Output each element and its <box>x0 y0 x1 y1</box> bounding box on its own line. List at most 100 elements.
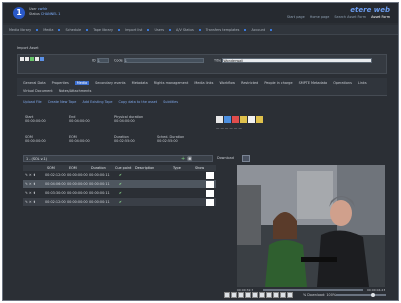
app-window: 1 User cwfdr Status CHANNEL 1 etere web … <box>2 2 399 301</box>
download-label: Download <box>217 156 234 160</box>
tab-smpte[interactable]: SMPTE Metadata <box>299 81 327 85</box>
icons-separator: — — — — — — <box>216 126 242 130</box>
user-label: User <box>29 7 37 11</box>
camera-icon[interactable] <box>248 116 255 123</box>
show-swatch[interactable] <box>206 181 214 188</box>
tape-icon[interactable] <box>256 116 263 123</box>
chevron-down-icon <box>147 29 150 31</box>
edit-icon[interactable]: ✎ ✕ ⬆ <box>25 180 36 189</box>
tab-media-links[interactable]: Media links <box>194 81 213 85</box>
first-frame-icon[interactable] <box>224 292 230 298</box>
menu-transfers[interactable]: Transfers templates <box>206 28 247 32</box>
menu-import-list[interactable]: Import list <box>125 28 150 32</box>
tab-media[interactable]: Media <box>74 81 90 85</box>
tab-operations[interactable]: Operations <box>333 81 352 85</box>
tab-secondary-events[interactable]: Secondary events <box>95 81 125 85</box>
duration-value: 00:02:55:00 <box>114 139 135 143</box>
forward-icon[interactable] <box>259 292 265 298</box>
menu-media[interactable]: Media <box>43 28 61 32</box>
id-input[interactable]: 1 <box>96 58 109 63</box>
subtitles-link[interactable]: Subtitles <box>163 100 178 104</box>
code-label: Code <box>114 58 123 63</box>
play-icon[interactable] <box>232 116 239 123</box>
tab-links[interactable]: Links <box>358 81 367 85</box>
copy-data-link[interactable]: Copy data to the asset <box>119 100 158 104</box>
print-icon[interactable] <box>35 57 39 61</box>
download-percent: % Download: 100% <box>303 293 337 297</box>
chevron-down-icon <box>244 29 247 31</box>
download-button[interactable] <box>242 155 250 162</box>
tab-rights[interactable]: Rights management <box>154 81 189 85</box>
menu-av-status[interactable]: A/V Status <box>176 28 201 32</box>
table-row[interactable]: ✎ ✕ ⬆ 00:03:30:00 00:00:00:00 00:00:00:1… <box>23 189 216 198</box>
upload-file-link[interactable]: Upload File <box>23 100 42 104</box>
eom-field: EOM 00:04:00:00 <box>69 135 90 143</box>
table-row[interactable]: ✎ ✕ ⬆ 00:02:12:00 00:00:00:00 00:00:00:1… <box>23 198 216 207</box>
timeline-track[interactable] <box>263 289 363 291</box>
title-input[interactable]: Wonderwall <box>222 58 373 63</box>
start-value[interactable]: 00:00:00:00 <box>25 119 46 123</box>
chevron-down-icon <box>58 29 61 31</box>
refresh-icon[interactable] <box>30 57 34 61</box>
user-value[interactable]: cwfdr <box>38 7 47 11</box>
print-segments-icon[interactable]: ▣ <box>187 156 192 162</box>
edit-icon[interactable]: ✎ ✕ ⬆ <box>25 171 36 180</box>
rewind-icon[interactable] <box>238 292 244 298</box>
last-frame-icon[interactable] <box>273 292 279 298</box>
create-tape-link[interactable]: Create New Tape <box>48 100 77 104</box>
menu-tape-library[interactable]: Tape library <box>93 28 120 32</box>
link-search-asset[interactable]: Search Asset Form <box>334 15 366 19</box>
table-row[interactable]: ✎ ✕ ⬆ 00:04:06:00 00:00:00:00 00:00:00:1… <box>23 180 216 189</box>
add-segment-icon[interactable]: + <box>181 156 185 162</box>
tab-properties[interactable]: Properties <box>52 81 69 85</box>
folder-icon[interactable] <box>224 116 231 123</box>
tab-metadata[interactable]: Metadata <box>132 81 148 85</box>
pause-icon[interactable] <box>252 292 258 298</box>
som-value[interactable]: 00:00:00:00 <box>25 139 46 143</box>
eom-value[interactable]: 00:04:00:00 <box>69 139 90 143</box>
menu-users[interactable]: Users <box>154 28 171 32</box>
save-icon[interactable] <box>20 57 24 61</box>
asset-header: ID 1 Code 1 Title Wonderwall <box>17 54 387 74</box>
link-start-page[interactable]: Start page <box>287 15 305 19</box>
menu-schedule[interactable]: Schedule <box>66 28 89 32</box>
show-swatch[interactable] <box>206 172 214 179</box>
mark-in-icon[interactable] <box>280 292 286 298</box>
tab-people[interactable]: People in charge <box>264 81 292 85</box>
tab-restricted[interactable]: Restricted <box>241 81 258 85</box>
menu-media-library[interactable]: Media library <box>9 28 39 32</box>
tab-workflow[interactable]: Workflow <box>219 81 235 85</box>
link-asset-form[interactable]: Asset Form <box>371 15 390 19</box>
video-frame <box>237 165 385 287</box>
menu-account[interactable]: Account <box>251 28 273 32</box>
chevron-down-icon <box>198 29 201 31</box>
duration-field: Duration 00:02:55:00 <box>114 135 135 143</box>
link-home-page[interactable]: Home page <box>310 15 330 19</box>
video-player[interactable] <box>237 165 385 287</box>
next-icon[interactable] <box>266 292 272 298</box>
edit-icon[interactable]: ✎ ✕ ⬆ <box>25 189 36 198</box>
copy-icon[interactable] <box>25 57 29 61</box>
panel-icon[interactable] <box>216 116 223 123</box>
code-input[interactable]: 1 <box>123 58 204 63</box>
tab-general-data[interactable]: General Data <box>23 81 46 85</box>
prev-icon[interactable] <box>231 292 237 298</box>
cue-check-icon: ✔ <box>119 191 122 195</box>
bookmark-icon[interactable] <box>240 116 247 123</box>
total-time: 00:00:04.23 <box>367 288 386 292</box>
volume-slider[interactable] <box>336 293 386 297</box>
link-icon[interactable] <box>40 57 44 61</box>
play-button-icon[interactable] <box>245 292 251 298</box>
volume-knob[interactable] <box>371 293 375 297</box>
edit-icon[interactable]: ✎ ✕ ⬆ <box>25 198 36 207</box>
show-swatch[interactable] <box>206 199 214 206</box>
add-tape-link[interactable]: Add Existing Tape <box>82 100 112 104</box>
mark-out-icon[interactable] <box>287 292 293 298</box>
sched-duration-value: 00:02:55:00 <box>157 139 178 143</box>
tab-virtual-document[interactable]: Virtual Document <box>23 89 53 93</box>
table-row[interactable]: ✎ ✕ ⬆ 00:02:12:00 00:00:00:00 00:00:00:1… <box>23 171 216 180</box>
end-value[interactable]: 00:04:00:00 <box>69 119 90 123</box>
player-controls <box>224 292 294 299</box>
tab-notes[interactable]: Notes/Attachments <box>59 89 92 93</box>
show-swatch[interactable] <box>206 190 214 197</box>
